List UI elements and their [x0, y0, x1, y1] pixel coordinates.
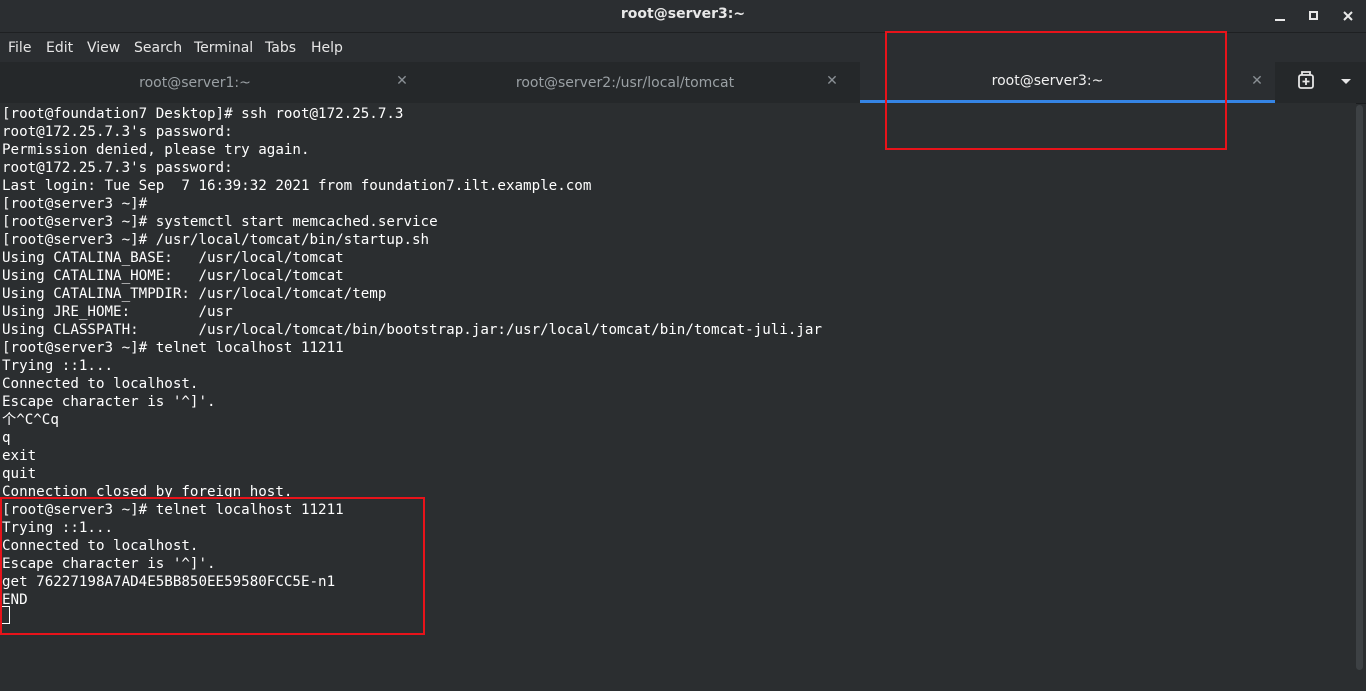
menu-terminal[interactable]: Terminal — [194, 40, 253, 56]
terminal-line: quit — [2, 466, 37, 482]
tab-close-icon[interactable]: ✕ — [1249, 73, 1265, 89]
annotation-box-output — [0, 497, 425, 635]
terminal-line: [root@server3 ~]# — [2, 196, 148, 212]
maximize-icon[interactable] — [1303, 5, 1325, 27]
window-titlebar: root@server3:~ — [0, 0, 1366, 33]
tab-menu-button[interactable] — [1330, 62, 1362, 102]
tab-server2[interactable]: root@server2:/usr/local/tomcat ✕ — [430, 62, 860, 103]
terminal-line: Escape character is '^]'. — [2, 394, 216, 410]
terminal-line: root@172.25.7.3's password: — [2, 160, 233, 176]
minimize-icon[interactable] — [1269, 5, 1291, 27]
tab-close-icon[interactable]: ✕ — [824, 73, 840, 89]
menu-tabs[interactable]: Tabs — [265, 40, 296, 56]
new-tab-button[interactable] — [1290, 62, 1322, 102]
terminal-line: [root@server3 ~]# systemctl start memcac… — [2, 214, 438, 230]
scrollbar-thumb[interactable] — [1356, 105, 1363, 670]
terminal-line: Permission denied, please try again. — [2, 142, 310, 158]
terminal-line: Last login: Tue Sep 7 16:39:32 2021 from… — [2, 178, 592, 194]
terminal-line: Using JRE_HOME: /usr — [2, 304, 233, 320]
tab-close-icon[interactable]: ✕ — [394, 73, 410, 89]
terminal-line: 个^C^Cq — [2, 412, 59, 428]
menu-help[interactable]: Help — [311, 40, 343, 56]
tab-label: root@server1:~ — [139, 74, 251, 91]
close-icon[interactable] — [1337, 5, 1359, 27]
terminal-line: Using CATALINA_TMPDIR: /usr/local/tomcat… — [2, 286, 387, 302]
chevron-down-icon — [1341, 79, 1351, 84]
menu-edit[interactable]: Edit — [46, 40, 73, 56]
tab-label: root@server2:/usr/local/tomcat — [515, 74, 735, 91]
menu-view[interactable]: View — [87, 40, 120, 56]
menu-file[interactable]: File — [8, 40, 31, 56]
new-tab-icon — [1298, 71, 1314, 89]
terminal-scrollbar[interactable] — [1356, 103, 1363, 691]
terminal-line: root@172.25.7.3's password: — [2, 124, 233, 140]
terminal-line: Trying ::1... — [2, 358, 114, 374]
terminal-line: [root@foundation7 Desktop]# ssh root@172… — [2, 106, 404, 122]
tab-server1[interactable]: root@server1:~ ✕ — [0, 62, 430, 103]
terminal-line: Using CATALINA_HOME: /usr/local/tomcat — [2, 268, 344, 284]
terminal-line: exit — [2, 448, 37, 464]
terminal-line: Using CATALINA_BASE: /usr/local/tomcat — [2, 250, 344, 266]
terminal-line: Using CLASSPATH: /usr/local/tomcat/bin/b… — [2, 322, 822, 338]
terminal-line: q — [2, 430, 11, 446]
terminal-line: [root@server3 ~]# telnet localhost 11211 — [2, 340, 344, 356]
window-title: root@server3:~ — [620, 6, 746, 22]
annotation-box-tab — [885, 31, 1227, 150]
terminal-line: [root@server3 ~]# /usr/local/tomcat/bin/… — [2, 232, 430, 248]
menu-search[interactable]: Search — [134, 40, 182, 56]
terminal-line: Connected to localhost. — [2, 376, 199, 392]
